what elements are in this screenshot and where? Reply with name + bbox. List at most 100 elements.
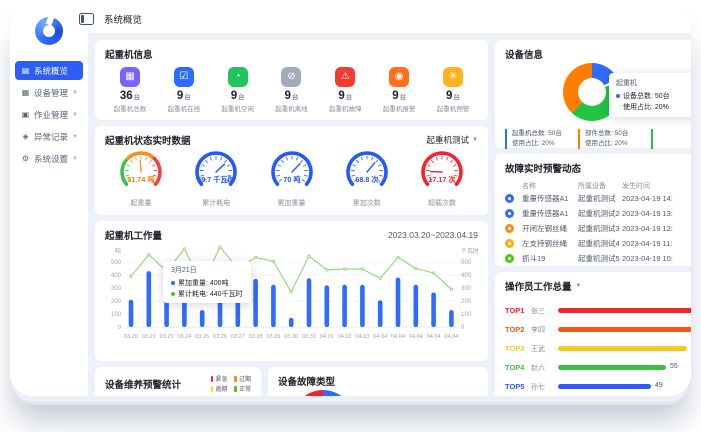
workload-chart: 00100100200200300300400400500500吨千瓦时03.2… [105,245,478,354]
table-row[interactable]: 抓斗19起重机测试52023-04-19 10: [505,251,691,266]
sidebar: ▤ 系统概览 ▦设备管理▼ ▣作业管理▼ ◈异常记录▼ ⚙系统设置▼ [10,5,88,396]
svg-text:03.24: 03.24 [177,334,191,340]
alert-status-icon [505,194,514,203]
stat-unit: 台 [400,94,407,101]
svg-text:500: 500 [111,260,122,266]
operator-rank: TOP5 [505,382,531,391]
table-row[interactable]: 左支持钢丝绳起重机测试42023-04-19 11: [505,236,691,251]
gauge-label: 累计耗电 [180,198,252,208]
gauge-累计耗电: 69.7 千瓦时累计耗电 [180,149,252,208]
gauge-label: 累加次数 [331,198,403,208]
chevron-down-icon: ▼ [72,112,78,118]
card-maintenance-stats: 设备维养预警统计 紧急过期逾期正常 个 60 566057 [95,367,261,396]
operator-row: TOP3王武67 [505,339,691,358]
tooltip-dot [616,94,620,98]
table-row[interactable]: 重量传感器A1起重机测试2023-04-19 14: [505,191,691,206]
gauge-label: 超载次数 [406,198,478,208]
svg-text:03.26: 03.26 [213,334,227,340]
legend-item [651,129,691,149]
tooltip-text: 设备总数: 50台 [623,91,670,101]
crane-stat: ◔9台起重机空闲 [213,67,263,113]
legend-swatch [211,376,214,382]
svg-text:04.04: 04.04 [427,334,441,340]
sidebar-item-abnormal[interactable]: ◈异常记录▼ [15,127,83,146]
alert-name: 开闭左钢丝绳 [522,223,578,234]
stat-value: 36台 [105,90,155,102]
card-fault-type: 设备故障类型 重量传感器: 50次幅度传感器: 30次 [268,367,488,396]
stat-icon: ◉ [389,67,409,87]
sidebar-item-dashboard[interactable]: ▤ 系统概览 [15,61,83,80]
operators-dropdown-icon[interactable]: ▼ [576,283,582,289]
chart-tooltip: 3月21日 累加重量: 400吨累计耗电: 440千瓦时 [163,261,251,303]
svg-text:04.04: 04.04 [391,334,405,340]
column-header: 名称 [522,181,578,191]
app-window: ▤ 系统概览 ▦设备管理▼ ▣作业管理▼ ◈异常记录▼ ⚙系统设置▼ 系统概览 起重机信息… [10,5,691,396]
legend-line1: 部件总数: 50台 [585,129,651,139]
app-logo [10,17,88,45]
abnormal-icon: ◈ [21,132,30,141]
svg-text:03.27: 03.27 [231,334,245,340]
dashboard-icon: ▤ [21,66,30,75]
column-header: 所属设备 [578,181,622,191]
legend-label: 逾期 [215,384,227,393]
legend-item: 逾期 [211,384,228,393]
svg-text:04.02: 04.02 [338,334,352,340]
stat-icon: ☀ [443,67,463,87]
collapse-sidebar-icon[interactable] [79,13,94,25]
legend-swatch [234,386,237,392]
stat-value: 9台 [374,90,424,102]
stat-unit: 台 [184,94,191,101]
operator-bar-track: 55 [555,365,691,370]
alert-name: 重量传感器A1 [522,208,578,219]
workload-date-range: 2023.03.20~2023.04.19 [388,230,478,240]
operator-name: 孙七 [531,382,553,392]
stat-label: 起重机离线 [266,103,316,113]
crane-selector[interactable]: 起重机测试 ▼ [427,134,478,146]
operators-bars: TOP1张三TOP2李四TOP3王武67TOP4赵六55TOP5孙七49 [505,301,691,396]
table-row[interactable]: 开闭左钢丝绳起重机测试32023-04-19 12: [505,221,691,236]
table-row[interactable]: 重量传感器A1起重机测试22023-04-19 13: [505,206,691,221]
svg-text:04.04: 04.04 [409,334,423,340]
svg-text:100: 100 [461,312,472,318]
alert-time: 2023-04-19 13: [622,209,673,218]
crane-stat: ☑9台起重机在线 [159,67,209,113]
operator-name: 李四 [531,325,553,335]
crane-info-title: 起重机信息 [105,47,478,61]
card-operators: 操作员工作总量 ▼ TOP1张三TOP2李四TOP3王武67TOP4赵六55TO… [495,272,691,396]
svg-text:400: 400 [461,273,472,279]
device-donut-chart: 起重机 设备总数: 50台使用占比: 20% [505,61,691,123]
legend-line2: 使用占比: 20% [585,139,651,149]
legend-line2: 使用占比: 20% [512,139,578,149]
operator-value: 55 [670,363,678,370]
sidebar-menu: ▤ 系统概览 ▦设备管理▼ ▣作业管理▼ ◈异常记录▼ ⚙系统设置▼ [10,61,88,168]
donut-tooltip: 起重机 设备总数: 50台使用占比: 20% [609,73,691,117]
operator-row: TOP2李四 [505,320,691,339]
operator-rank: TOP4 [505,363,531,372]
stat-value: 9台 [266,90,316,102]
sidebar-item-job[interactable]: ▣作业管理▼ [15,105,83,124]
sidebar-item-device[interactable]: ▦设备管理▼ [15,83,83,102]
stat-label: 起重机故障 [320,103,370,113]
alert-device: 起重机测试3 [578,223,622,234]
maintenance-title: 设备维养预警统计 [105,377,181,391]
operator-bar-track [555,308,691,313]
fault-alerts-title: 故障实时预警动态 [505,161,691,175]
svg-text:300: 300 [111,286,122,292]
tooltip-dot [171,292,175,296]
tab-system-overview[interactable]: 系统概览 [104,12,142,26]
chevron-down-icon: ▼ [72,90,78,96]
stat-label: 起重机在线 [159,103,209,113]
gauge-超载次数: 17.17 次超载次数 [406,149,478,208]
sidebar-item-label: 系统概览 [34,65,68,77]
svg-text:03.21: 03.21 [142,334,156,340]
svg-text:69.7 千瓦时: 69.7 千瓦时 [197,175,235,184]
alert-status-icon [505,209,514,218]
tooltip-row: 累加重量: 400吨 [171,278,243,288]
crane-selector-label: 起重机测试 [427,134,470,146]
stat-value: 9台 [428,90,478,102]
sidebar-item-settings[interactable]: ⚙系统设置▼ [15,149,83,168]
tooltip-row: 累计耗电: 440千瓦时 [171,289,243,299]
left-column: 起重机信息 ▦36台起重机总数☑9台起重机在线◔9台起重机空闲⊘9台起重机离线⚠… [95,40,488,396]
alert-device: 起重机测试2 [578,208,622,219]
operator-row: TOP4赵六55 [505,358,691,377]
